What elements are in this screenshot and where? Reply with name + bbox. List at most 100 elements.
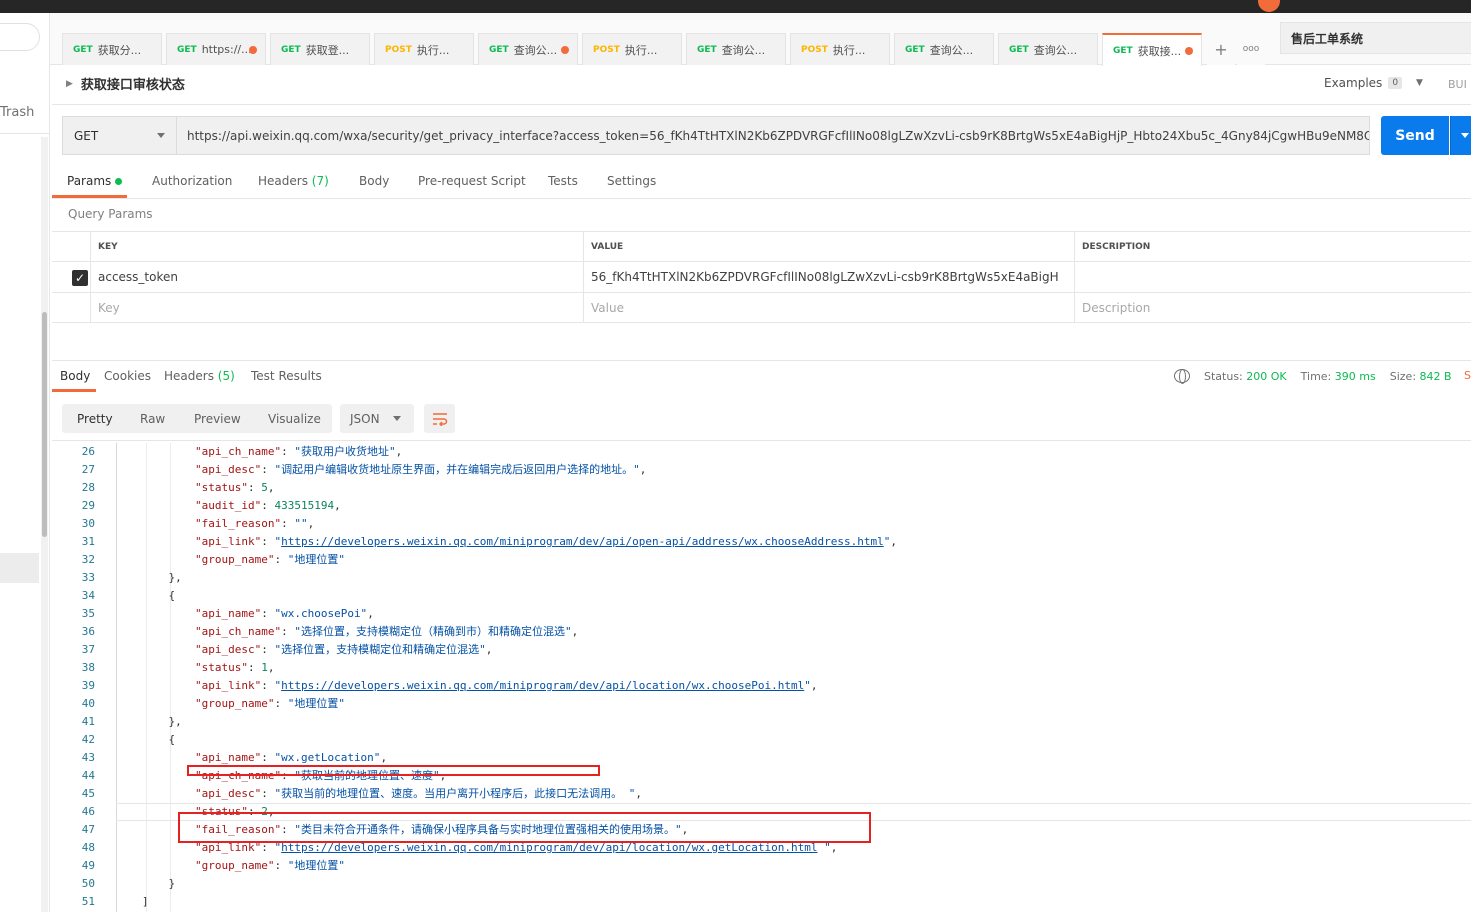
param-value-cell[interactable]: 56_fKh4TtHTXlN2Kb6ZPDVRGFcfIlINo08lgLZwX… [583, 262, 1074, 292]
line-number: 45 [81, 787, 95, 800]
tab-test-results[interactable]: Test Results [251, 369, 322, 383]
code-line: 34 { [52, 587, 1471, 605]
examples-count-badge: 0 [1388, 77, 1403, 89]
send-button[interactable]: Send [1381, 116, 1449, 155]
request-tab[interactable]: GET 查询公... [998, 33, 1098, 65]
code-token: "地理位置" [287, 859, 345, 872]
format-select[interactable]: JSON [340, 404, 414, 433]
build-button[interactable]: BUI [1448, 78, 1467, 91]
code-token: " [804, 679, 811, 692]
request-title[interactable]: ▶ 获取接口审核状态 [66, 74, 185, 93]
code-token: , [267, 661, 275, 674]
request-tab[interactable]: GET 获取分... [62, 33, 162, 65]
code-text: { [142, 731, 176, 749]
environment-select[interactable]: 售后工单系统 [1280, 22, 1471, 54]
tab-prerequest-script[interactable]: Pre-request Script [418, 174, 526, 188]
scrollbar-thumb[interactable] [42, 312, 47, 537]
request-tab[interactable]: GET 查询公... [478, 33, 578, 65]
sidebar-selected-item[interactable] [0, 553, 39, 583]
notification-icon[interactable] [1258, 0, 1280, 12]
code-token: , [367, 607, 374, 620]
examples-label: Examples [1324, 76, 1383, 90]
param-key-cell[interactable]: access_token [90, 262, 584, 292]
code-text: "api_ch_name": "选择位置，支持模糊定位（精确到市）和精确定位混选… [142, 623, 578, 641]
line-number: 49 [81, 859, 95, 872]
line-number: 32 [81, 553, 95, 566]
tab-title: 获取接... [1137, 44, 1182, 58]
request-tab[interactable]: GET 查询公... [686, 33, 786, 65]
add-tab-icon[interactable]: + [1207, 33, 1235, 65]
view-raw-button[interactable]: Raw [140, 404, 165, 433]
code-line: 28 "status": 5, [52, 479, 1471, 497]
view-visualize-button[interactable]: Visualize [268, 404, 321, 433]
request-name: 获取接口审核状态 [80, 78, 185, 93]
more-tabs-icon[interactable]: ooo [1237, 33, 1265, 65]
line-number: 46 [81, 805, 95, 818]
param-description-cell[interactable] [1074, 262, 1471, 292]
line-number: 51 [81, 895, 95, 908]
code-token: "group_name" [194, 859, 275, 872]
new-description-input[interactable]: Description [1074, 293, 1471, 322]
chevron-down-icon [393, 416, 401, 421]
save-response-button[interactable]: S [1464, 369, 1471, 382]
response-status: Status: 200 OK Time: 390 ms Size: 842 B [1174, 369, 1452, 384]
line-number: 42 [81, 733, 95, 746]
view-preview-button[interactable]: Preview [194, 404, 241, 433]
method-select[interactable]: GET [62, 116, 177, 155]
sidebar-search-input[interactable] [0, 23, 40, 51]
collapse-caret-icon[interactable]: ▶ [66, 79, 73, 89]
code-text: "api_link": "https://developers.weixin.q… [142, 533, 897, 551]
view-pretty-button[interactable]: Pretty [77, 404, 113, 433]
tab-authorization[interactable]: Authorization [152, 174, 232, 188]
request-tab[interactable]: GET 查询公... [894, 33, 994, 65]
code-token: ] [142, 895, 149, 908]
code-link[interactable]: https://developers.weixin.qq.com/minipro… [281, 535, 884, 548]
active-tab-indicator [52, 389, 96, 392]
response-divider [52, 360, 1471, 361]
examples-dropdown[interactable]: Examples 0 ▼ [1324, 76, 1423, 90]
request-tab[interactable]: GET https://... [166, 33, 266, 65]
line-number: 50 [81, 877, 95, 890]
code-token: 5 [261, 481, 268, 494]
sidebar-item-trash[interactable]: Trash [0, 105, 34, 120]
tab-params[interactable]: Params [67, 174, 123, 188]
tab-response-cookies[interactable]: Cookies [104, 369, 151, 383]
tab-body[interactable]: Body [359, 174, 389, 188]
request-tab[interactable]: GET 获取登... [270, 33, 370, 65]
new-key-input[interactable]: Key [90, 293, 584, 322]
wrap-lines-button[interactable] [424, 404, 455, 433]
time-label: Time: [1300, 369, 1332, 383]
new-value-input[interactable]: Value [583, 293, 1074, 322]
globe-icon[interactable] [1174, 369, 1190, 384]
sidebar-scrollbar[interactable] [41, 137, 48, 912]
request-tab[interactable]: GET 获取接... [1102, 33, 1202, 66]
line-number: 41 [81, 715, 95, 728]
code-line: 51] [52, 893, 1471, 911]
line-number: 30 [81, 517, 95, 530]
code-text: "group_name": "地理位置" [142, 551, 345, 569]
send-options-button[interactable] [1450, 116, 1471, 155]
tab-response-body[interactable]: Body [60, 369, 90, 383]
response-headers-count: (5) [217, 369, 235, 383]
tab-title: 获取分... [97, 43, 142, 57]
tab-response-headers[interactable]: Headers (5) [164, 369, 235, 383]
tab-tests[interactable]: Tests [548, 174, 578, 188]
request-tab[interactable]: POST 执行... [374, 33, 474, 65]
tab-settings[interactable]: Settings [607, 174, 656, 188]
status-label: Status: [1204, 369, 1243, 383]
code-token: "group_name" [194, 697, 275, 710]
url-input[interactable]: https://api.weixin.qq.com/wxa/security/g… [177, 116, 1370, 155]
request-tab[interactable]: POST 执行... [790, 33, 890, 65]
code-text: "api_name": "wx.choosePoi", [142, 605, 374, 623]
tab-headers[interactable]: Headers (7) [258, 174, 329, 188]
request-tabs-bar: + ooo 售后工单系统 GET 获取分... GET https://... GET 获… [50, 13, 1471, 66]
code-text: "group_name": "地理位置" [142, 695, 345, 713]
status-info: Status: 200 OK [1204, 370, 1287, 383]
params-active-dot-icon [115, 178, 123, 185]
param-enabled-checkbox[interactable]: ✓ [72, 270, 88, 286]
code-link[interactable]: https://developers.weixin.qq.com/minipro… [281, 679, 804, 692]
request-tab[interactable]: POST 执行... [582, 33, 682, 65]
